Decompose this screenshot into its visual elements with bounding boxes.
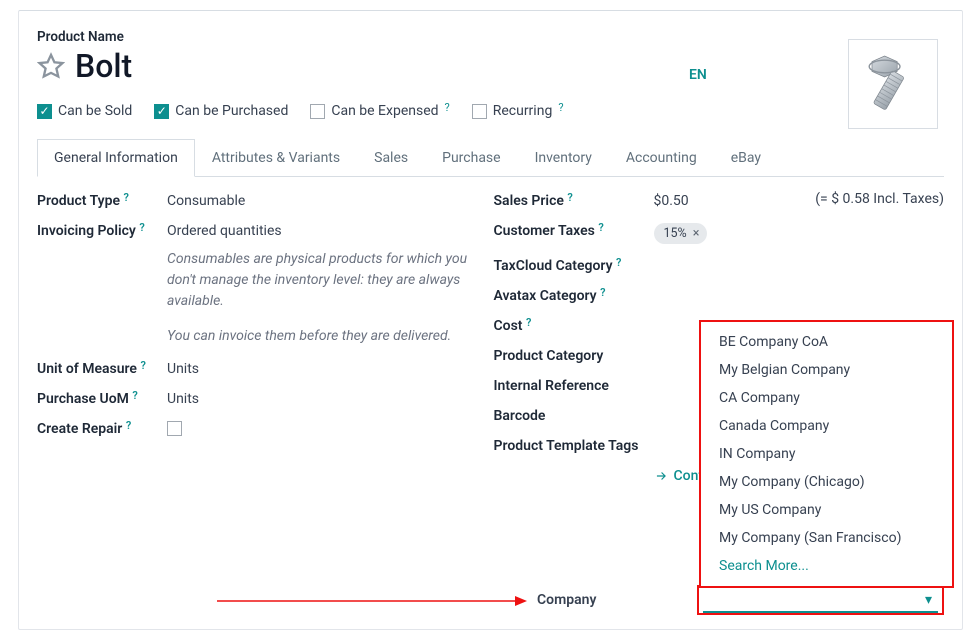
recurring-checkbox[interactable]: Recurring ? [472,103,564,119]
checkbox-checked-icon: ✓ [154,104,169,119]
help-icon[interactable]: ? [445,101,450,114]
company-option[interactable]: CA Company [701,384,952,412]
checkbox-checked-icon: ✓ [37,104,52,119]
bolt-icon [858,49,928,119]
invoicing-hint-2: You can invoice them before they are del… [167,326,487,347]
tax-tag[interactable]: 15%× [654,223,708,244]
avatax-category-label: Avatax Category [494,288,597,304]
company-option[interactable]: BE Company CoA [701,328,952,356]
help-icon[interactable]: ? [126,419,131,432]
invoicing-hint-1: Consumables are physical products for wh… [167,249,487,312]
avatax-category-value[interactable] [654,286,945,288]
favorite-star-icon[interactable] [37,52,65,80]
cost-value[interactable] [654,316,945,318]
tab-purchase[interactable]: Purchase [425,139,517,176]
company-option[interactable]: My Company (San Francisco) [701,524,952,552]
can-be-sold-checkbox[interactable]: ✓ Can be Sold [37,103,132,119]
language-badge[interactable]: EN [689,67,707,83]
help-icon[interactable]: ? [140,359,145,372]
incl-taxes-label: (= $ 0.58 Incl. Taxes) [815,191,944,207]
company-option[interactable]: My Company (Chicago) [701,468,952,496]
company-option[interactable]: IN Company [701,440,952,468]
product-type-value[interactable]: Consumable [167,191,488,209]
create-repair-checkbox[interactable] [167,421,182,436]
can-be-expensed-checkbox[interactable]: Can be Expensed ? [310,103,449,119]
tab-inventory[interactable]: Inventory [518,139,609,176]
purchase-uom-value[interactable]: Units [167,389,488,407]
barcode-label: Barcode [494,406,654,424]
can-be-purchased-checkbox[interactable]: ✓ Can be Purchased [154,103,288,119]
company-option[interactable]: My US Company [701,496,952,524]
invoicing-policy-value[interactable]: Ordered quantities [167,223,488,239]
taxcloud-category-value[interactable] [654,256,945,258]
company-option[interactable]: My Belgian Company [701,356,952,384]
tab-accounting[interactable]: Accounting [609,139,714,176]
customer-taxes-label: Customer Taxes [494,223,595,239]
tab-attributes-variants[interactable]: Attributes & Variants [195,139,357,176]
tab-ebay[interactable]: eBay [714,139,778,176]
arrow-right-icon [654,469,668,483]
internal-reference-label: Internal Reference [494,376,654,394]
tab-sales[interactable]: Sales [357,139,425,176]
feature-checkboxes: ✓ Can be Sold ✓ Can be Purchased Can be … [37,103,944,119]
purchase-uom-label: Purchase UoM [37,391,129,407]
help-icon[interactable]: ? [124,191,129,204]
help-icon[interactable]: ? [526,316,531,329]
company-input[interactable] [703,587,938,613]
product-category-label: Product Category [494,346,654,364]
sales-price-label: Sales Price [494,193,564,209]
checkbox-icon [310,104,325,119]
product-template-tags-label: Product Template Tags [494,436,684,454]
help-icon[interactable]: ? [616,256,621,269]
company-dropdown[interactable]: BE Company CoA My Belgian Company CA Com… [699,320,954,588]
help-icon[interactable]: ? [558,101,563,114]
help-icon[interactable]: ? [132,389,137,402]
help-icon[interactable]: ? [139,221,144,234]
company-option[interactable]: Canada Company [701,412,952,440]
uom-label: Unit of Measure [37,361,137,377]
search-more-option[interactable]: Search More... [701,552,952,580]
remove-tag-icon[interactable]: × [693,226,700,241]
checkbox-icon [472,104,487,119]
product-type-label: Product Type [37,193,120,209]
product-name-label: Product Name [37,29,944,45]
product-image[interactable] [848,39,938,129]
create-repair-label: Create Repair [37,421,122,437]
product-name: Bolt [75,47,132,85]
tab-bar: General Information Attributes & Variant… [37,139,944,177]
help-icon[interactable]: ? [567,191,572,204]
invoicing-policy-label: Invoicing Policy [37,223,136,239]
sales-price-value[interactable]: $0.50 [654,193,689,209]
help-icon[interactable]: ? [598,221,603,234]
help-icon[interactable]: ? [600,286,605,299]
annotation-arrow-icon [217,593,527,609]
cost-label: Cost [494,318,523,334]
taxcloud-category-label: TaxCloud Category [494,258,613,274]
tab-general-information[interactable]: General Information [37,139,195,177]
company-label: Company [537,592,697,608]
uom-value[interactable]: Units [167,359,488,377]
